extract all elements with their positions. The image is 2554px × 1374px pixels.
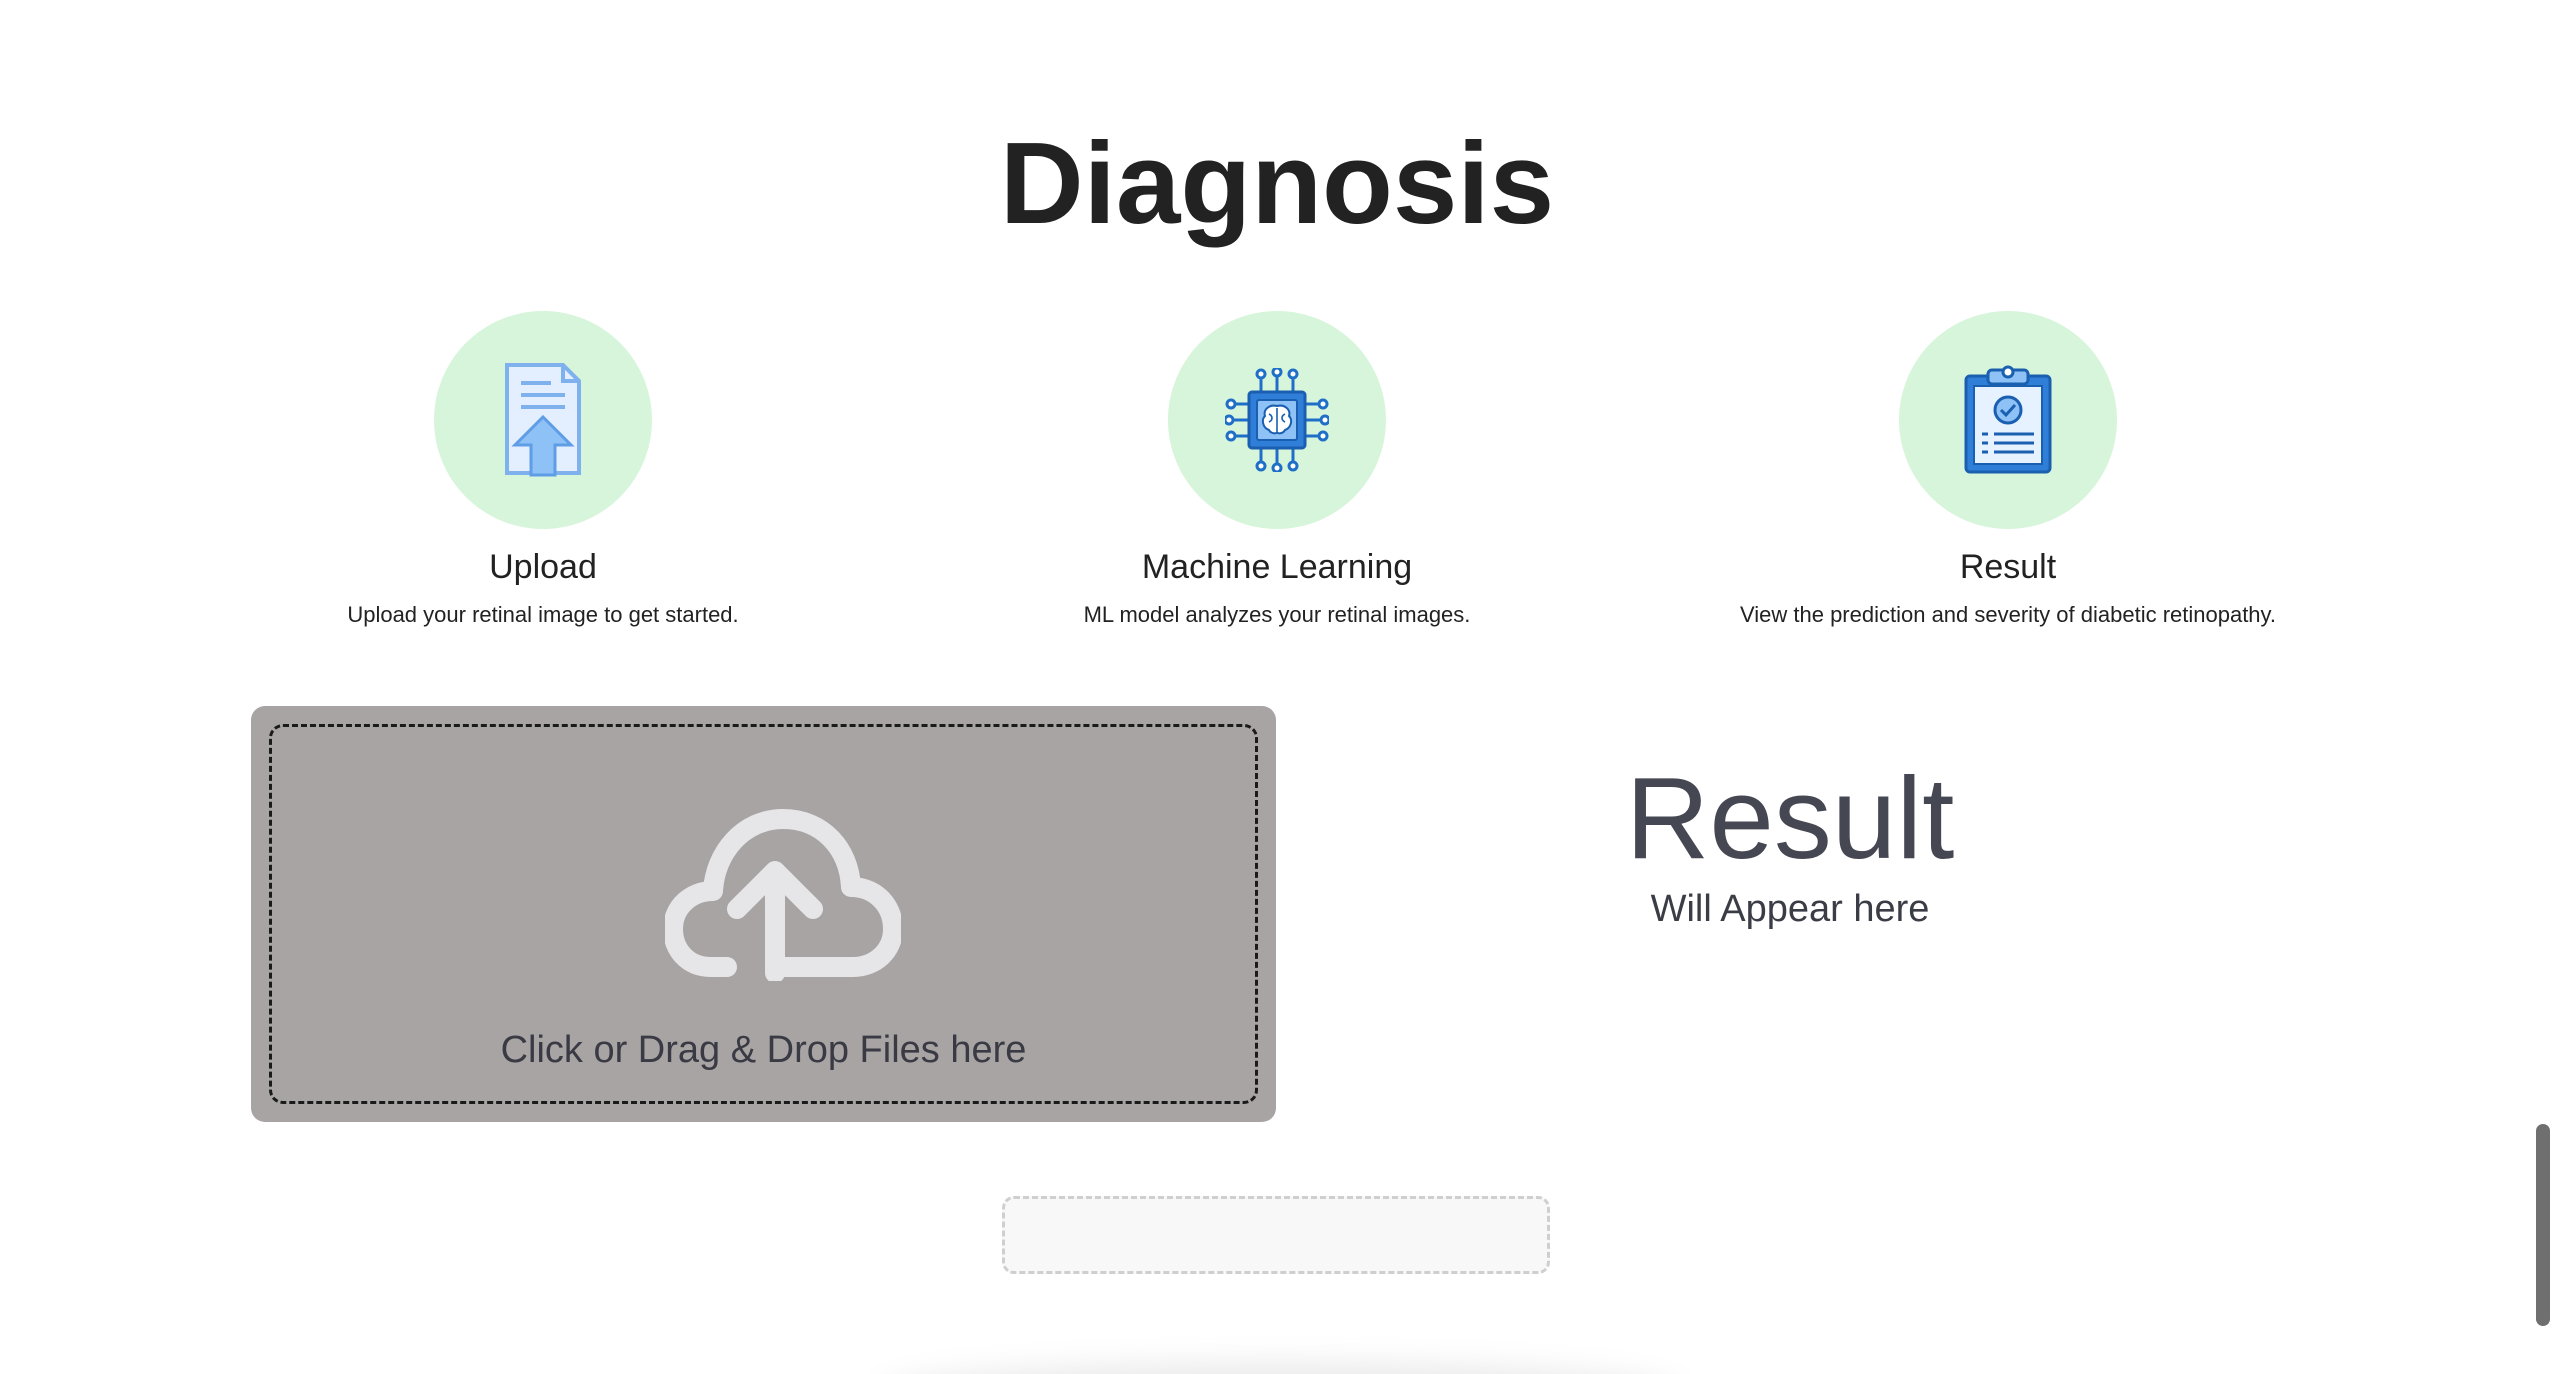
- dropzone-label: Click or Drag & Drop Files here: [500, 1029, 1027, 1071]
- step-ml-circle: [1168, 311, 1386, 529]
- bottom-dashed-field[interactable]: [1002, 1196, 1550, 1274]
- step-upload-circle: [434, 311, 652, 529]
- bottom-shadow: [880, 1362, 1680, 1374]
- file-dropzone[interactable]: Click or Drag & Drop Files here: [251, 706, 1276, 1122]
- step-ml-title: Machine Learning: [1141, 548, 1413, 586]
- result-subtext: Will Appear here: [1650, 888, 1930, 930]
- clipboard-check-icon: [1964, 365, 2052, 474]
- dropzone-dashed-border[interactable]: Click or Drag & Drop Files here: [269, 724, 1258, 1104]
- step-result: Result View the prediction and severity …: [1688, 311, 2328, 628]
- step-result-title: Result: [1959, 548, 2057, 586]
- step-ml-description: ML model analyzes your retinal images.: [1083, 601, 1471, 627]
- step-result-description: View the prediction and severity of diab…: [1739, 601, 2277, 627]
- page-title: Diagnosis: [999, 118, 1555, 248]
- result-placeholder: Result Will Appear here: [1490, 760, 2090, 931]
- result-heading: Result: [1625, 753, 1955, 883]
- step-machine-learning: Machine Learning ML model analyzes your …: [957, 311, 1597, 628]
- vertical-scrollbar-thumb[interactable]: [2536, 1124, 2550, 1326]
- brain-chip-icon: [1225, 368, 1329, 472]
- step-result-circle: [1899, 311, 2117, 529]
- cloud-upload-icon: [665, 809, 901, 981]
- step-upload-title: Upload: [489, 548, 597, 586]
- document-upload-icon: [505, 363, 581, 477]
- step-upload-description: Upload your retinal image to get started…: [347, 601, 739, 627]
- step-upload: Upload Upload your retinal image to get …: [223, 311, 863, 628]
- diagnosis-page: Diagnosis Upload Upload your retinal ima…: [0, 0, 2554, 1374]
